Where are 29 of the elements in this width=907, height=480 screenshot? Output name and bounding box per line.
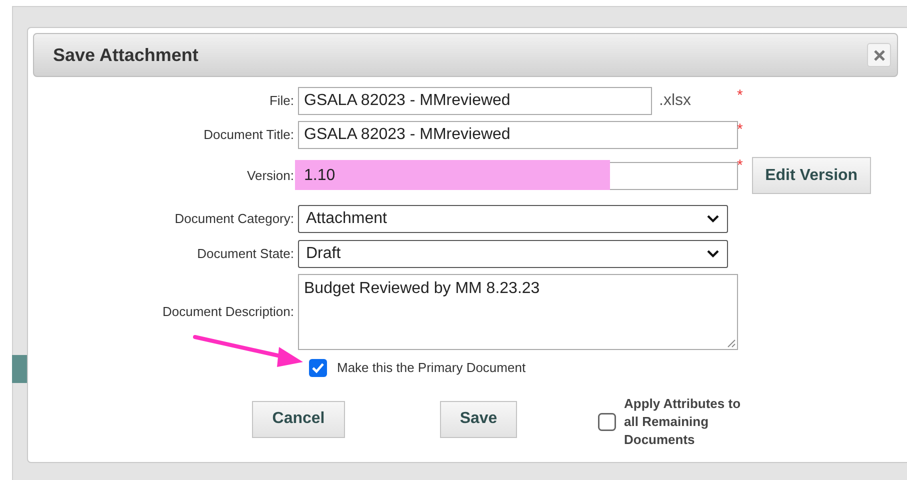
required-mark: * [737,89,743,103]
chevron-down-icon [707,215,719,223]
checkbox[interactable] [309,358,327,377]
field-label: Document State: [196,245,295,264]
dropdown[interactable]: Attachment [298,205,728,233]
save-button[interactable]: Save [440,400,517,438]
field-label: Version: [246,166,295,185]
file-extension: .xlsx [659,91,692,111]
description-field[interactable]: Budget Reviewed by MM 8.23.23 [298,274,738,350]
field-label: Document Category: [174,210,295,228]
resize-handle-icon[interactable] [727,339,736,348]
close-icon [874,50,884,60]
checkbox-label: Make this the Primary Document [337,359,526,377]
dropdown[interactable]: Draft [298,240,728,268]
checkbox-label: Apply Attributes to all Remaining Documents [624,394,742,448]
field-label: File: [268,92,295,110]
close-button[interactable] [867,43,891,67]
cancel-button[interactable]: Cancel [252,400,345,438]
text-field[interactable]: GSALA 82023 - MMreviewed [298,87,652,115]
field-label: Document Title: [202,126,295,144]
dialog-title: Save Attachment [53,44,198,66]
edit-version-button[interactable]: Edit Version [752,157,871,194]
text-field[interactable]: 1.10 [298,162,738,190]
text-field[interactable]: GSALA 82023 - MMreviewed [298,121,738,149]
chevron-down-icon [707,250,719,258]
checkbox[interactable] [598,412,616,430]
required-mark: * [737,123,743,137]
required-mark: * [737,159,743,173]
field-label: Document Description: [162,303,295,322]
